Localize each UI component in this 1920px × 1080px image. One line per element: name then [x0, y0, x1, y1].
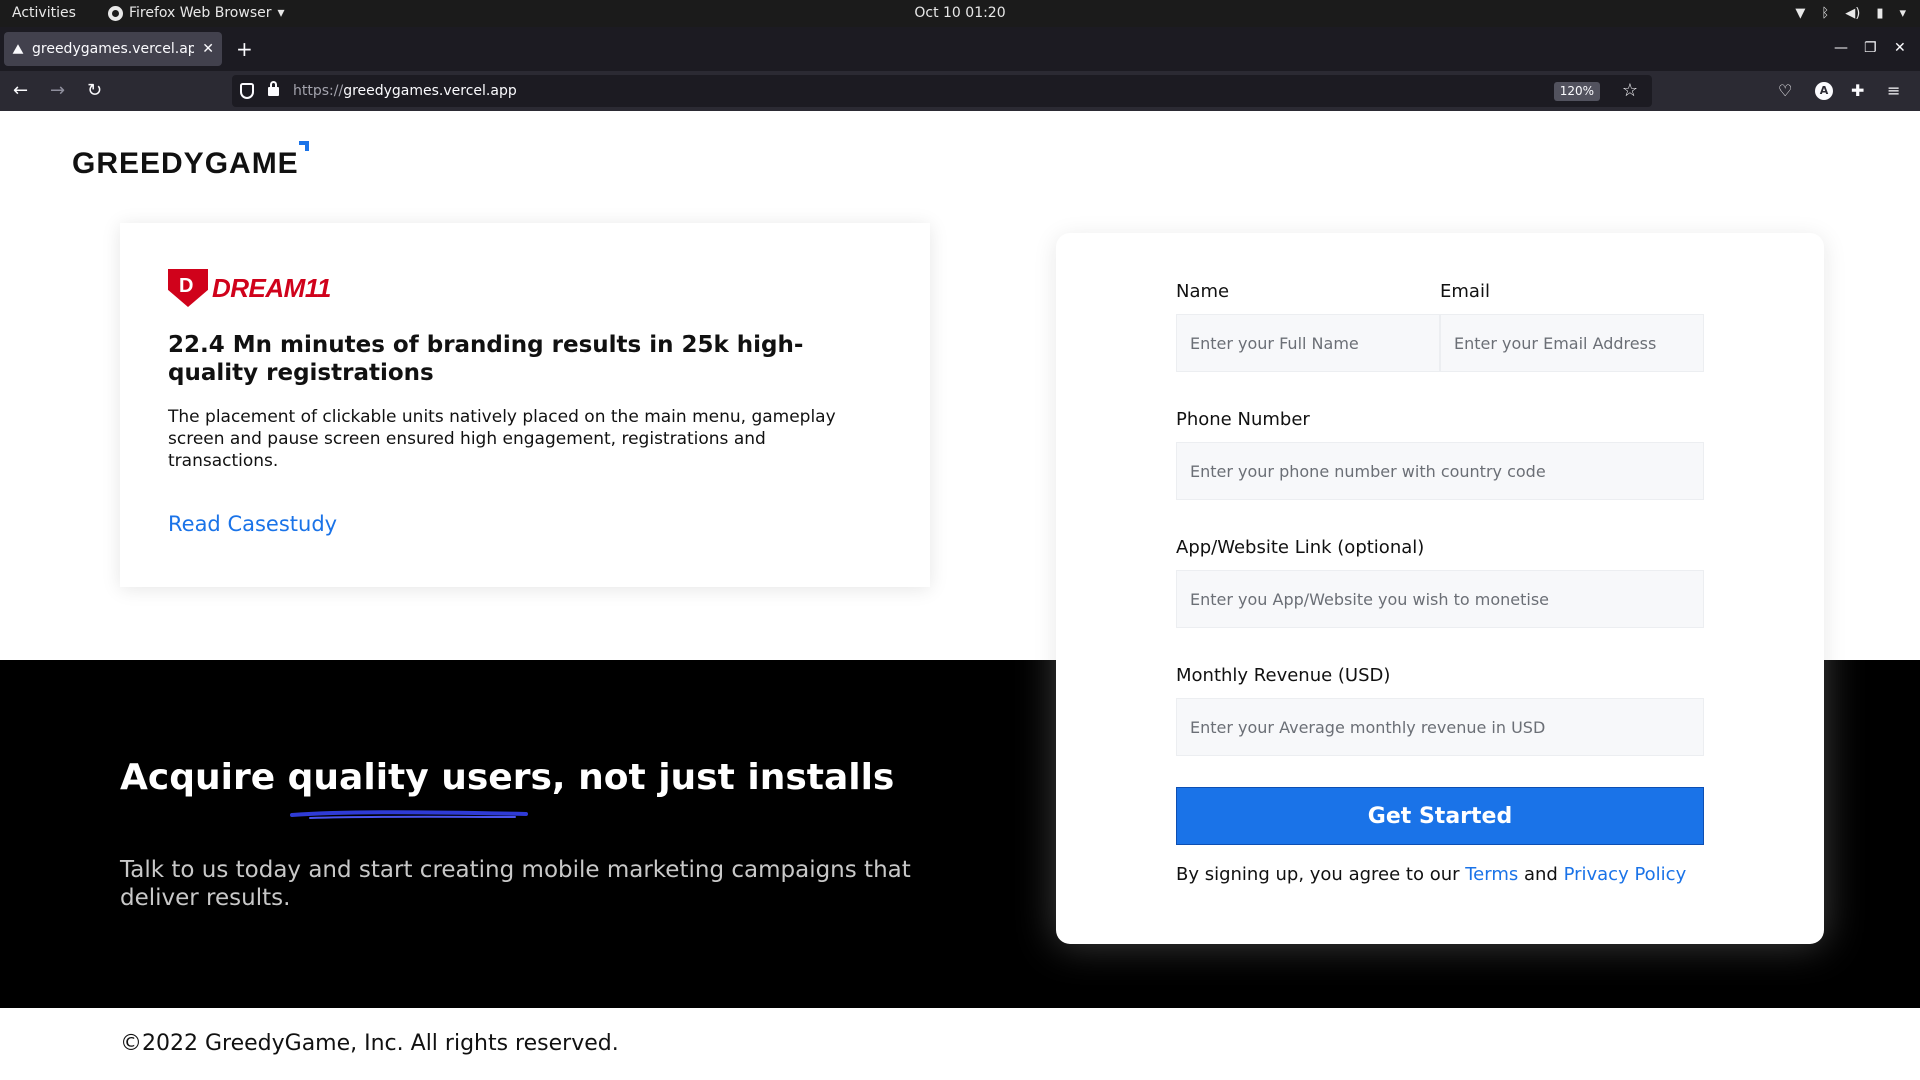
- activities-button[interactable]: Activities: [12, 0, 76, 27]
- app-link-label: App/Website Link (optional): [1176, 537, 1425, 558]
- app-menu[interactable]: Firefox Web Browser ▾: [108, 0, 285, 27]
- case-study-title: 22.4 Mn minutes of branding results in 2…: [168, 332, 804, 386]
- name-input[interactable]: [1176, 314, 1440, 372]
- tracking-protection-icon[interactable]: [240, 83, 254, 99]
- close-tab-icon[interactable]: ✕: [202, 41, 214, 57]
- phone-label: Phone Number: [1176, 409, 1310, 430]
- tray-caret-down-icon: ▾: [1899, 6, 1906, 21]
- headline-part-2: not just installs: [565, 757, 895, 798]
- hero-subtext: Talk to us today and start creating mobi…: [120, 857, 911, 911]
- read-casestudy-link[interactable]: Read Casestudy: [168, 512, 337, 536]
- reload-icon[interactable]: ↻: [87, 80, 102, 102]
- consent-and: and: [1518, 864, 1564, 885]
- headline-part-1: Acquire: [120, 757, 288, 798]
- restore-icon[interactable]: ❐: [1864, 41, 1877, 55]
- signup-form: Name Email Phone Number App/Website Link…: [1056, 233, 1824, 944]
- page-content: GREEDYGAME D DREAM11 22.4 Mn minutes of …: [0, 111, 1920, 1080]
- hamburger-menu-icon[interactable]: ≡: [1887, 80, 1900, 102]
- footer-copyright: ©2022 GreedyGame, Inc. All rights reserv…: [120, 1031, 619, 1056]
- caret-down-icon: ▾: [277, 5, 285, 21]
- case-study-card: D DREAM11 22.4 Mn minutes of branding re…: [120, 223, 930, 587]
- address-bar[interactable]: https://greedygames.vercel.app 120% ☆: [232, 75, 1652, 107]
- dream11-shield-icon: D: [168, 269, 208, 307]
- brush-underline-icon: [290, 810, 528, 819]
- forward-icon[interactable]: →: [50, 80, 65, 102]
- app-link-input[interactable]: [1176, 570, 1704, 628]
- clock[interactable]: Oct 10 01:20: [914, 0, 1005, 27]
- get-started-button[interactable]: Get Started: [1176, 787, 1704, 845]
- minimize-icon[interactable]: —: [1834, 41, 1848, 55]
- bookmark-star-icon[interactable]: ☆: [1622, 79, 1638, 103]
- tab-bar: greedygames.vercel.app/ ✕ + — ❐ ✕: [0, 27, 1920, 71]
- url-text[interactable]: https://greedygames.vercel.app: [293, 75, 517, 107]
- bluetooth-icon: ᛒ: [1821, 6, 1830, 21]
- app-menu-label: Firefox Web Browser: [129, 5, 272, 21]
- consent-text: By signing up, you agree to our Terms an…: [1176, 864, 1686, 885]
- hero-headline: Acquire quality users, not just installs: [120, 757, 894, 798]
- url-host: greedygames.vercel.app: [343, 83, 517, 99]
- logo-text: GREEDYGAME: [72, 147, 299, 180]
- tab-greedygames[interactable]: greedygames.vercel.app/ ✕: [4, 32, 222, 66]
- battery-icon: ▮: [1876, 6, 1884, 21]
- new-tab-button[interactable]: +: [236, 39, 253, 59]
- consent-prefix: By signing up, you agree to our: [1176, 864, 1466, 885]
- system-tray[interactable]: ▼ ᛒ ◀) ▮ ▾: [1795, 0, 1906, 27]
- terms-link[interactable]: Terms: [1465, 864, 1518, 885]
- privacy-policy-link[interactable]: Privacy Policy: [1564, 864, 1687, 885]
- navigation-bar: ← → ↻ https://greedygames.vercel.app 120…: [0, 71, 1920, 111]
- dream11-logo: D DREAM11: [168, 269, 331, 307]
- firefox-icon: [108, 6, 123, 21]
- zoom-level-badge[interactable]: 120%: [1553, 82, 1600, 101]
- close-window-icon[interactable]: ✕: [1894, 41, 1906, 55]
- logo-accent-icon: [298, 141, 309, 151]
- url-scheme: https://: [293, 83, 344, 99]
- email-label: Email: [1440, 281, 1490, 302]
- extensions-icon[interactable]: ✚: [1851, 80, 1864, 102]
- phone-input[interactable]: [1176, 442, 1704, 500]
- headline-highlight: quality users,: [287, 757, 566, 798]
- account-avatar[interactable]: A: [1815, 82, 1833, 100]
- revenue-label: Monthly Revenue (USD): [1176, 665, 1391, 686]
- case-study-description: The placement of clickable units nativel…: [168, 407, 836, 471]
- revenue-input[interactable]: [1176, 698, 1704, 756]
- wifi-icon: ▼: [1795, 6, 1806, 21]
- tab-title: greedygames.vercel.app/: [32, 41, 195, 57]
- os-top-bar: Activities Firefox Web Browser ▾ Oct 10 …: [0, 0, 1920, 27]
- favicon-icon: [12, 44, 24, 54]
- pocket-icon[interactable]: ♡: [1778, 80, 1792, 102]
- greedygame-logo[interactable]: GREEDYGAME: [72, 141, 309, 181]
- lock-icon[interactable]: [268, 81, 279, 96]
- dream11-wordmark: DREAM11: [212, 272, 331, 303]
- email-input[interactable]: [1440, 314, 1704, 372]
- name-label: Name: [1176, 281, 1230, 302]
- back-icon[interactable]: ←: [13, 80, 28, 102]
- volume-icon: ◀): [1845, 6, 1861, 21]
